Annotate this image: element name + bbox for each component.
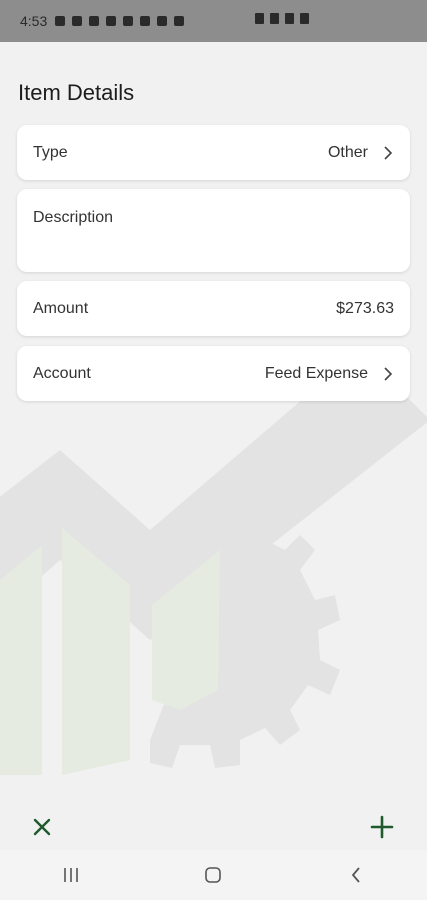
notification-icons <box>55 16 185 26</box>
home-button[interactable] <box>193 860 233 890</box>
signal-icon <box>285 13 294 24</box>
account-row[interactable]: Account Feed Expense <box>17 346 410 401</box>
wifi-icon <box>270 13 279 24</box>
type-row[interactable]: Type Other <box>17 125 410 180</box>
system-status-icons <box>255 13 309 24</box>
account-label: Account <box>33 364 91 382</box>
back-button[interactable] <box>336 860 376 890</box>
chevron-right-icon <box>384 145 394 160</box>
recents-icon <box>64 868 78 882</box>
close-icon <box>33 818 51 836</box>
chevron-right-icon <box>384 366 394 381</box>
battery-icon <box>300 13 309 24</box>
type-value: Other <box>327 143 368 161</box>
status-time: 4:53 <box>20 13 48 29</box>
account-value: Feed Expense <box>264 364 368 382</box>
amount-value: $273.63 <box>336 299 394 317</box>
system-navigation-bar <box>0 850 427 900</box>
home-icon <box>205 867 222 883</box>
watermark-logo <box>0 380 427 775</box>
add-button[interactable] <box>367 812 397 842</box>
amount-label: Amount <box>33 299 89 317</box>
close-button[interactable] <box>27 812 57 842</box>
mute-icon <box>255 13 264 24</box>
description-field[interactable]: Description <box>17 189 410 272</box>
back-icon <box>351 867 360 883</box>
recents-button[interactable] <box>51 860 91 890</box>
plus-icon <box>370 815 394 839</box>
page-title: Item Details <box>18 80 135 105</box>
status-bar: 4:53 <box>0 0 427 42</box>
amount-row[interactable]: Amount $273.63 <box>17 281 410 336</box>
type-label: Type <box>33 143 68 161</box>
description-label: Description <box>33 209 114 226</box>
